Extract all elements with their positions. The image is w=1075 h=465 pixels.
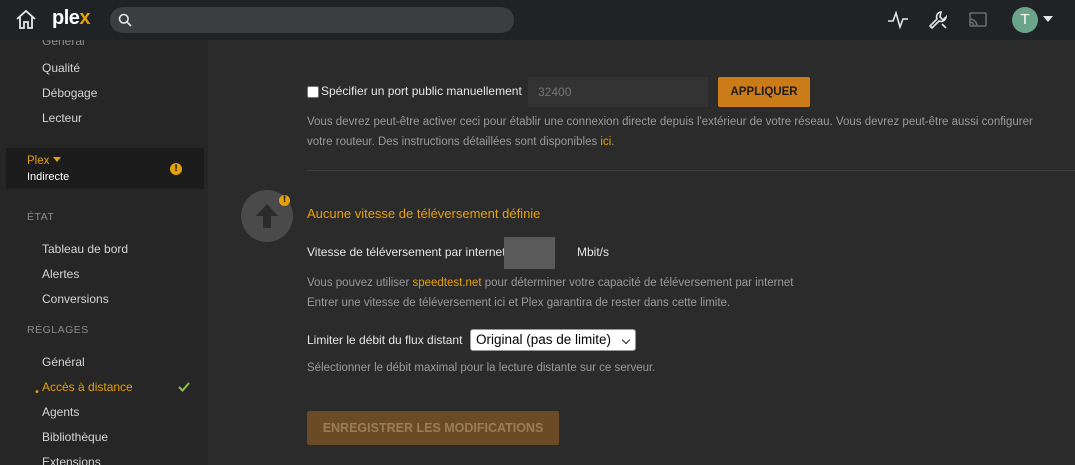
check-icon bbox=[178, 382, 190, 392]
stream-limit-select[interactable]: Original (pas de limite) bbox=[470, 329, 636, 351]
sidebar-item-lecteur[interactable]: Lecteur bbox=[42, 111, 82, 125]
server-selector[interactable]: Plex Indirecte ! bbox=[6, 148, 204, 189]
sidebar-item-acces-a-distance[interactable]: Accès à distance bbox=[42, 380, 133, 394]
plex-logo[interactable]: plex bbox=[52, 7, 91, 30]
active-indicator-dot: • bbox=[34, 387, 40, 398]
chevron-down-icon bbox=[621, 335, 631, 345]
server-name: Plex bbox=[27, 155, 62, 167]
sidebar-item-alertes[interactable]: Alertes bbox=[42, 267, 79, 281]
chevron-down-icon bbox=[53, 157, 62, 162]
cast-icon[interactable] bbox=[967, 9, 989, 31]
upload-speed-label: Vitesse de téléversement par internet bbox=[307, 245, 506, 259]
upload-help-line-1: Vous pouvez utiliser speedtest.net pour … bbox=[307, 277, 794, 289]
sidebar-item-qualite[interactable]: Qualité bbox=[42, 61, 80, 75]
sidebar-item-debogage[interactable]: Débogage bbox=[42, 86, 97, 100]
section-heading-reglages: RÉGLAGES bbox=[27, 324, 89, 336]
sidebar-item-partial[interactable]: Général bbox=[42, 40, 85, 48]
instructions-link[interactable]: ici bbox=[600, 136, 611, 148]
apply-button[interactable]: APPLIQUER bbox=[718, 77, 810, 107]
server-connection-status: Indirecte bbox=[27, 171, 70, 183]
logo-text: ple bbox=[52, 7, 80, 29]
save-changes-button[interactable]: ENREGISTRER LES MODIFICATIONS bbox=[307, 411, 559, 445]
manual-port-label: Spécifier un port public manuellement bbox=[321, 84, 522, 98]
stream-limit-label: Limiter le débit du flux distant bbox=[307, 333, 463, 347]
sidebar-item-general[interactable]: Général bbox=[42, 355, 85, 369]
port-help-line-2: votre routeur. Des instructions détaillé… bbox=[307, 136, 615, 148]
upload-speed-unit: Mbit/s bbox=[577, 245, 610, 259]
sidebar-item-extensions[interactable]: Extensions bbox=[42, 455, 101, 465]
home-icon[interactable] bbox=[14, 8, 38, 32]
sidebar-item-bibliotheque[interactable]: Bibliothèque bbox=[42, 430, 108, 444]
stream-limit-selected: Original (pas de limite) bbox=[476, 332, 612, 347]
settings-wrench-icon[interactable] bbox=[927, 9, 949, 31]
public-port-input[interactable] bbox=[528, 77, 708, 107]
port-help-text: Vous devrez peut-être activer ceci pour … bbox=[307, 112, 1033, 152]
top-bar: plex T bbox=[0, 0, 1075, 40]
upload-help-line-2: Entrer une vitesse de téléversement ici … bbox=[307, 297, 731, 309]
upload-help-text: Vous pouvez utiliser speedtest.net pour … bbox=[307, 273, 794, 313]
stream-limit-help: Sélectionner le débit maximal pour la le… bbox=[307, 362, 656, 374]
section-divider bbox=[307, 170, 1075, 171]
upload-speed-input[interactable] bbox=[504, 237, 555, 269]
activity-icon[interactable] bbox=[887, 9, 909, 31]
logo-accent-x: x bbox=[79, 7, 91, 29]
warning-icon: ! bbox=[170, 163, 182, 175]
warning-icon: ! bbox=[279, 195, 290, 206]
port-help-line-1: Vous devrez peut-être activer ceci pour … bbox=[307, 116, 1033, 128]
speedtest-link[interactable]: speedtest.net bbox=[412, 277, 481, 289]
section-heading-etat: ÉTAT bbox=[27, 211, 55, 223]
manual-port-checkbox[interactable] bbox=[307, 86, 319, 98]
sidebar-item-agents[interactable]: Agents bbox=[42, 405, 79, 419]
sidebar-item-conversions[interactable]: Conversions bbox=[42, 292, 109, 306]
chevron-down-icon[interactable] bbox=[1043, 16, 1053, 22]
search-icon bbox=[118, 13, 132, 27]
avatar[interactable]: T bbox=[1012, 7, 1038, 33]
search-input[interactable] bbox=[110, 7, 514, 33]
sidebar-item-tableau-de-bord[interactable]: Tableau de bord bbox=[42, 242, 128, 256]
upload-section-title: Aucune vitesse de téléversement définie bbox=[307, 206, 541, 221]
sidebar: Général Qualité Débogage Lecteur Plex In… bbox=[0, 40, 208, 465]
